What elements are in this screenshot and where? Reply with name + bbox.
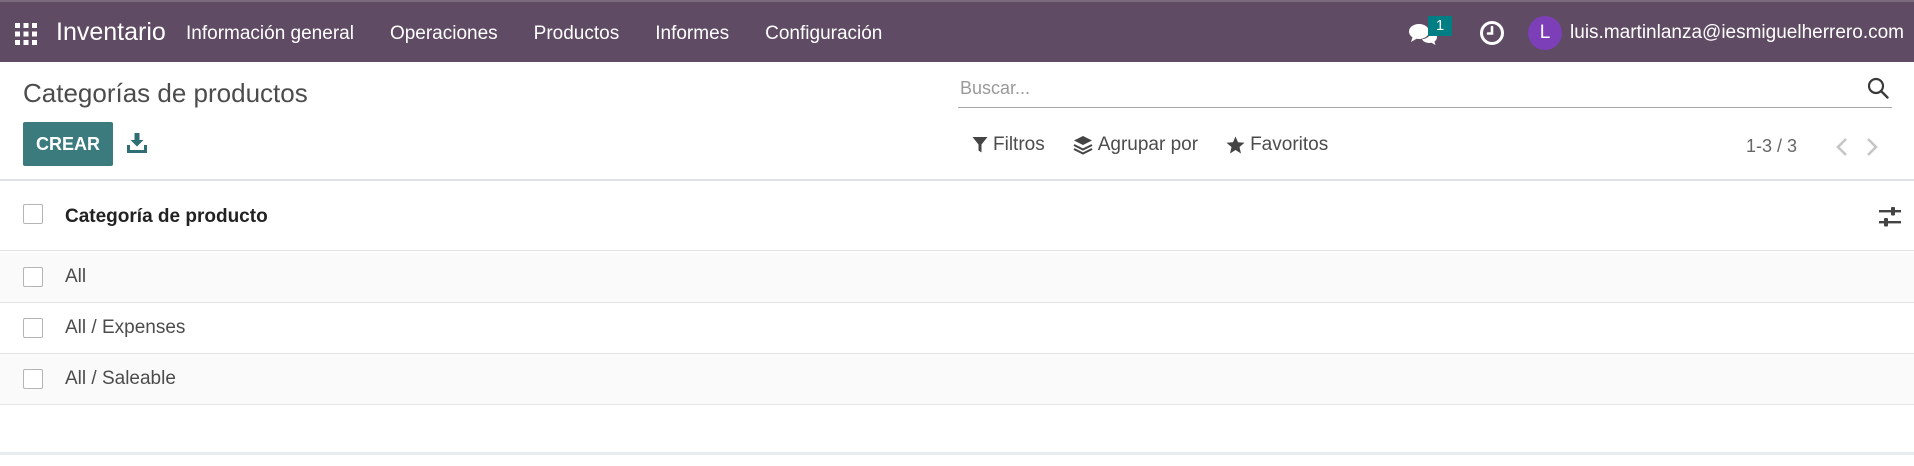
top-navbar: Inventario Información general Operacion… [0, 0, 1914, 62]
list-bottom-divider [0, 452, 1914, 455]
list-header: Categoría de producto [0, 183, 1914, 251]
search-options: Filtros Agrupar por Favoritos [972, 134, 1356, 156]
chevron-right-icon[interactable] [1865, 137, 1879, 157]
group-by-label: Agrupar por [1097, 134, 1199, 155]
row-checkbox[interactable] [23, 267, 43, 287]
apps-icon[interactable] [14, 22, 38, 46]
group-by-button[interactable]: Agrupar por [1073, 134, 1198, 156]
control-panel: Categorías de productos CREAR Filtros Ag… [0, 62, 1914, 181]
table-row[interactable]: All / Saleable [0, 354, 1914, 405]
row-category-name: All / Saleable [65, 368, 176, 389]
menu-item-productos[interactable]: Productos [534, 23, 620, 45]
row-checkbox[interactable] [23, 318, 43, 338]
page-title: Categorías de productos [23, 78, 308, 108]
menu-item-configuracion[interactable]: Configuración [765, 23, 882, 45]
pager: 1-3 / 3 [1746, 136, 1879, 157]
table-row[interactable]: All [0, 252, 1914, 303]
chat-badge: 1 [1428, 16, 1453, 36]
menu-item-informacion-general[interactable]: Información general [186, 23, 354, 45]
user-email[interactable]: luis.martinlanza@iesmiguelherrero.com [1570, 22, 1904, 44]
app-title[interactable]: Inventario [56, 18, 166, 47]
messaging-menu[interactable]: 1 [1406, 14, 1454, 52]
row-checkbox[interactable] [23, 369, 43, 389]
favorites-label: Favoritos [1250, 134, 1329, 155]
select-all-checkbox[interactable] [23, 204, 43, 224]
filters-label: Filtros [993, 134, 1045, 155]
column-header-category[interactable]: Categoría de producto [65, 206, 268, 228]
sliders-icon[interactable] [1878, 206, 1902, 228]
download-icon[interactable] [126, 132, 148, 154]
row-category-name: All / Expenses [65, 317, 186, 338]
search-icon[interactable] [1866, 76, 1890, 100]
menu-item-operaciones[interactable]: Operaciones [390, 23, 498, 45]
favorites-button[interactable]: Favoritos [1226, 134, 1328, 156]
filter-icon [972, 137, 988, 153]
avatar[interactable]: L [1528, 16, 1563, 50]
table-row[interactable]: All / Expenses [0, 303, 1914, 354]
systray: 1 L luis.martinlanza@iesmiguelherrero.co… [1406, 14, 1904, 52]
main-menu: Información general Operaciones Producto… [186, 23, 918, 45]
search-box [958, 68, 1892, 108]
search-input[interactable] [960, 74, 1820, 102]
chevron-left-icon[interactable] [1835, 137, 1849, 157]
layers-icon [1073, 136, 1093, 155]
clock-icon[interactable] [1478, 19, 1506, 47]
filters-button[interactable]: Filtros [972, 134, 1045, 156]
menu-item-informes[interactable]: Informes [655, 23, 729, 45]
pager-value[interactable]: 1-3 / 3 [1746, 136, 1797, 157]
create-button[interactable]: CREAR [23, 122, 113, 166]
star-icon [1226, 136, 1245, 154]
row-category-name: All [65, 266, 87, 287]
